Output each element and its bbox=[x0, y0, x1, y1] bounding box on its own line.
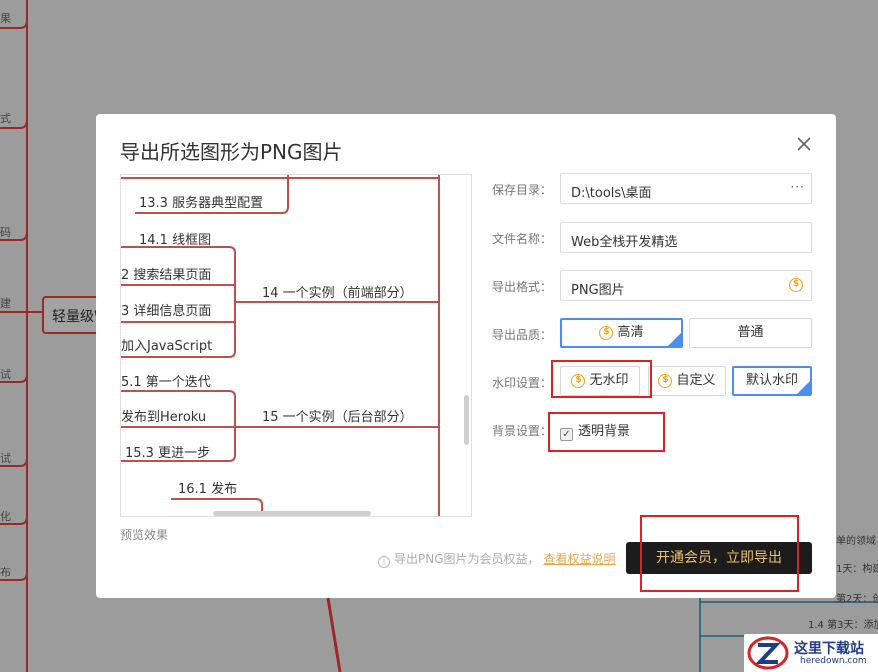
bg-label: 化 bbox=[0, 510, 11, 523]
highlight-box-watermark bbox=[551, 360, 652, 398]
site-watermark-title: 这里下载站 bbox=[794, 641, 864, 657]
bg-label: 试 bbox=[0, 452, 11, 465]
watermark-option-label: 自定义 bbox=[676, 373, 716, 388]
preview-node: 加入JavaScript bbox=[121, 339, 213, 354]
benefits-link[interactable]: 查看权益说明 bbox=[544, 552, 616, 566]
highlight-box-background bbox=[548, 412, 665, 452]
watermark-option-default[interactable]: 默认水印 bbox=[732, 366, 812, 396]
preview-node: 14.1 线框图 bbox=[139, 233, 212, 248]
quality-option-label: 高清 bbox=[617, 325, 644, 340]
quality-option-hd[interactable]: $ 高清 bbox=[560, 318, 683, 348]
file-name-input[interactable]: Web全栈开发精选 bbox=[560, 222, 812, 253]
save-dir-value: D:\tools\桌面 bbox=[571, 186, 652, 201]
site-logo-icon bbox=[747, 636, 789, 670]
quality-option-label: 普通 bbox=[737, 325, 764, 340]
member-note-text: 导出PNG图片为会员权益， bbox=[394, 552, 540, 566]
watermark-option-label: 默认水印 bbox=[745, 373, 798, 388]
member-note: i 导出PNG图片为会员权益， 查看权益说明 bbox=[378, 550, 616, 568]
preview-node: 16.1 发布 bbox=[178, 482, 238, 497]
preview-horizontal-scrollbar[interactable] bbox=[213, 511, 371, 516]
watermark-option-custom[interactable]: $ 自定义 bbox=[648, 366, 726, 396]
preview-node: 15 一个实例（后台部分） bbox=[262, 410, 413, 425]
bg-fragment: 第2天：创建 bbox=[836, 594, 878, 605]
preview-vertical-scrollbar[interactable] bbox=[464, 395, 469, 445]
dialog-title: 导出所选图形为PNG图片 bbox=[120, 140, 343, 164]
bg-label: 式 bbox=[0, 112, 11, 125]
bg-label: 果 bbox=[0, 12, 11, 25]
quality-label: 导出品质： bbox=[492, 328, 553, 342]
bg-label: 试 bbox=[0, 368, 11, 381]
bg-fragment: 1.4 第3天：添加 bbox=[808, 620, 878, 631]
site-watermark-url: heredown.com bbox=[800, 656, 867, 666]
highlight-box-export bbox=[640, 515, 799, 592]
preview-node: 发布到Heroku bbox=[121, 410, 207, 425]
quality-option-normal[interactable]: 普通 bbox=[689, 318, 812, 348]
bg-label: 布 bbox=[0, 566, 11, 579]
format-label: 导出格式： bbox=[492, 280, 553, 294]
close-icon[interactable] bbox=[794, 134, 814, 154]
format-select[interactable]: PNG图片 $ bbox=[560, 270, 812, 301]
site-watermark: 这里下载站 heredown.com bbox=[744, 634, 878, 672]
preview-node: 14 一个实例（前端部分） bbox=[262, 286, 413, 301]
bg-fragment: 1天：构建 bbox=[836, 564, 878, 575]
bg-label: 建 bbox=[0, 297, 11, 310]
preview-node: 5.1 第一个迭代 bbox=[121, 375, 211, 390]
preview-node: 15.3 更进一步 bbox=[125, 446, 211, 461]
save-dir-label: 保存目录： bbox=[492, 183, 553, 197]
file-name-value: Web全栈开发精选 bbox=[571, 235, 678, 250]
preview-node: 3 详细信息页面 bbox=[121, 304, 212, 319]
save-dir-field[interactable]: D:\tools\桌面 ··· bbox=[560, 173, 812, 204]
preview-pane[interactable]: 13.3 服务器典型配置 14.1 线框图 2 搜索结果页面 3 详细信息页面 … bbox=[120, 174, 472, 517]
preview-node: 13.3 服务器典型配置 bbox=[139, 196, 264, 211]
info-icon: i bbox=[378, 556, 390, 568]
member-coin-icon: $ bbox=[658, 373, 673, 388]
file-name-label: 文件名称： bbox=[492, 232, 553, 246]
format-value: PNG图片 bbox=[571, 283, 625, 298]
background-label: 背景设置： bbox=[492, 424, 553, 438]
bg-fragment: 单的领域 bbox=[836, 536, 876, 547]
browse-dots-icon[interactable]: ··· bbox=[791, 180, 805, 194]
selected-check-icon bbox=[797, 381, 810, 394]
member-coin-icon: $ bbox=[789, 278, 803, 292]
bg-label: 码 bbox=[0, 226, 11, 239]
member-coin-icon: $ bbox=[599, 325, 614, 340]
preview-node: 2 搜索结果页面 bbox=[121, 268, 212, 283]
preview-caption: 预览效果 bbox=[120, 528, 169, 542]
selected-check-icon bbox=[668, 333, 681, 346]
watermark-label: 水印设置： bbox=[492, 376, 553, 390]
